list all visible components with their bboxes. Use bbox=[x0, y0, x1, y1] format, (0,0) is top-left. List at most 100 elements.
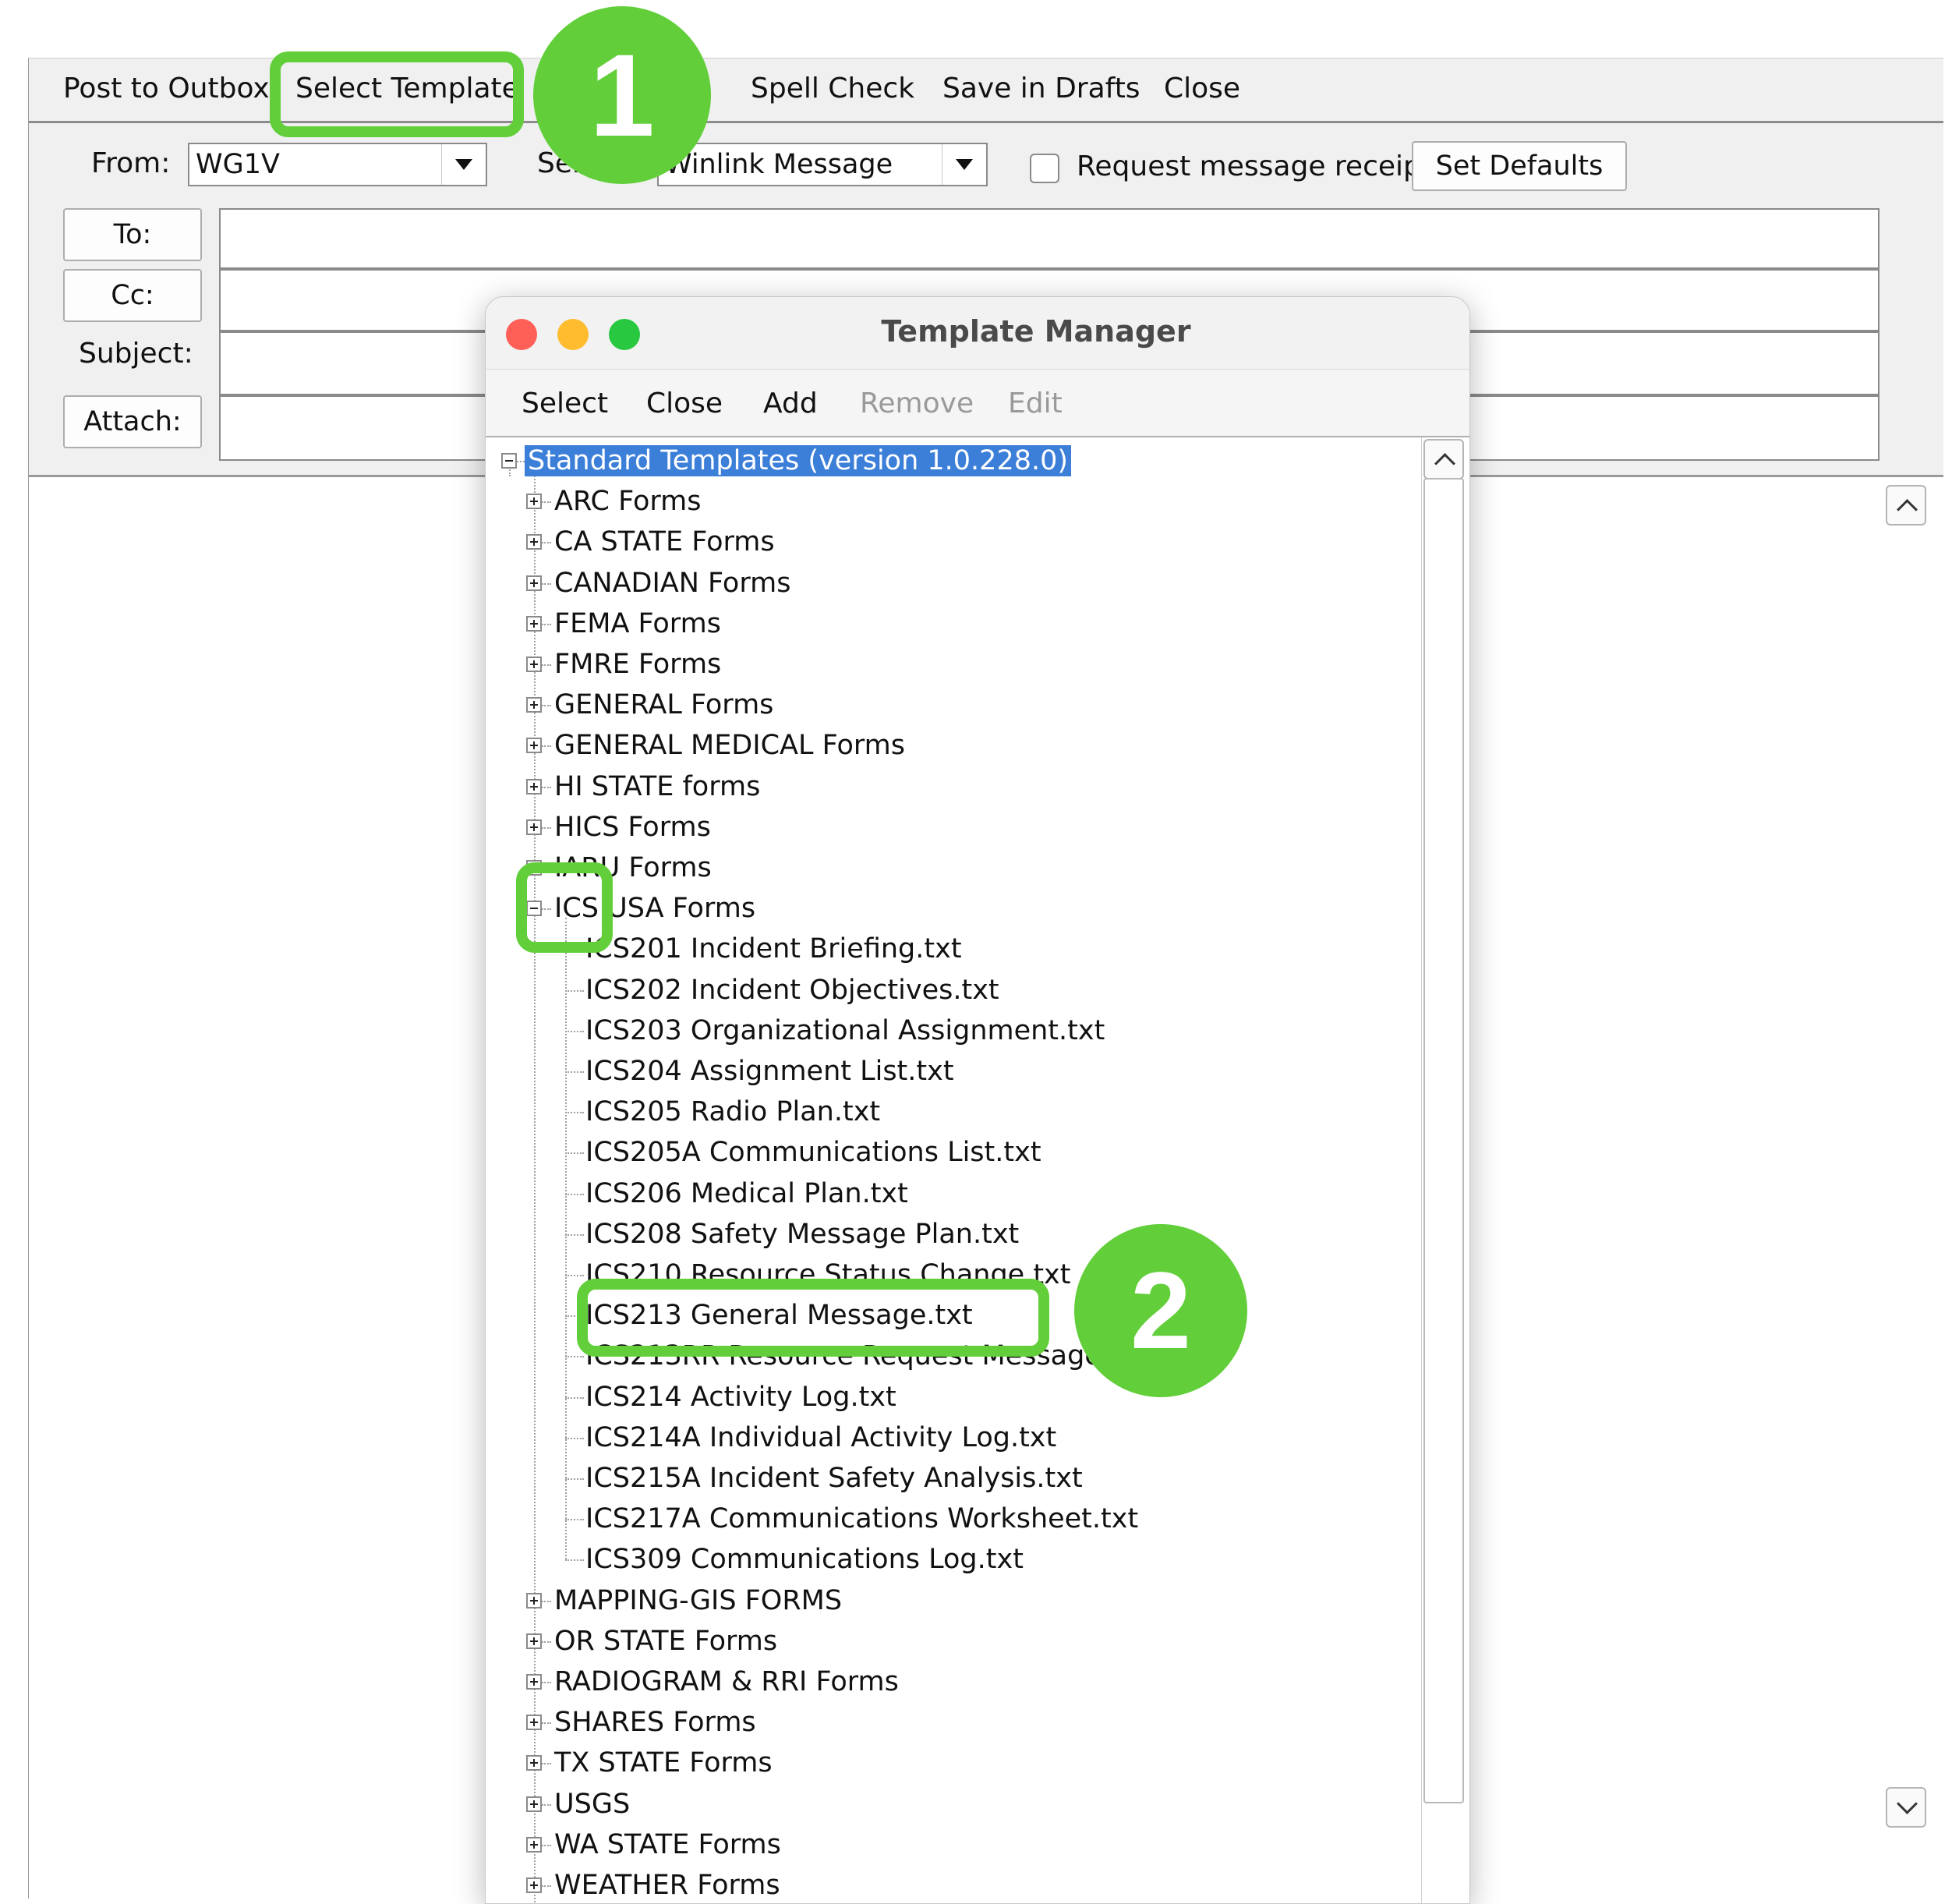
expand-icon[interactable] bbox=[526, 738, 542, 754]
tree-guide-line bbox=[542, 745, 551, 748]
attach-button[interactable]: Attach: bbox=[63, 395, 202, 448]
tree-template-item[interactable]: ICS217A Communications Worksheet.txt bbox=[585, 1502, 1138, 1536]
tree-category[interactable]: GENERAL Forms bbox=[554, 688, 773, 722]
tree-guide-line bbox=[565, 1112, 584, 1114]
expand-icon[interactable] bbox=[526, 1674, 542, 1690]
set-defaults-button[interactable]: Set Defaults bbox=[1412, 141, 1627, 191]
tree-guide-line bbox=[542, 826, 551, 829]
expand-icon[interactable] bbox=[526, 697, 542, 713]
tree-template-item[interactable]: ICS205 Radio Plan.txt bbox=[585, 1095, 880, 1129]
expand-icon[interactable] bbox=[526, 819, 542, 835]
tree-category[interactable]: FEMA Forms bbox=[554, 607, 721, 641]
scroll-up-button[interactable] bbox=[1886, 485, 1926, 526]
tree-guide-line bbox=[565, 989, 584, 992]
tree-guide-line bbox=[542, 1640, 551, 1643]
tree-template-item[interactable]: ICS215A Incident Safety Analysis.txt bbox=[585, 1461, 1083, 1495]
tree-category[interactable]: HICS Forms bbox=[554, 810, 711, 844]
template-tree[interactable]: Standard Templates (version 1.0.228.0) AR… bbox=[486, 436, 1469, 1903]
tree-guide-line bbox=[565, 918, 567, 1560]
tree-guide-line bbox=[565, 1519, 584, 1521]
expand-icon[interactable] bbox=[526, 494, 542, 510]
collapse-icon[interactable] bbox=[501, 453, 517, 469]
send-as-select[interactable]: Winlink Message bbox=[657, 143, 988, 186]
tree-template-item[interactable]: ICS208 Safety Message Plan.txt bbox=[585, 1217, 1019, 1251]
tree-category[interactable]: WEATHER Forms bbox=[554, 1868, 780, 1902]
expand-icon[interactable] bbox=[526, 1836, 542, 1853]
dialog-close-button[interactable]: Close bbox=[646, 384, 723, 423]
expand-icon[interactable] bbox=[526, 1715, 542, 1731]
dialog-add-button[interactable]: Add bbox=[763, 384, 818, 423]
template-manager-dialog: Template Manager Select Close Add Remove… bbox=[485, 296, 1470, 1904]
request-receipt-checkbox[interactable] bbox=[1030, 154, 1059, 183]
tree-template-item[interactable]: ICS203 Organizational Assignment.txt bbox=[585, 1014, 1105, 1048]
send-as-value: Winlink Message bbox=[665, 149, 893, 180]
tree-guide-line bbox=[542, 582, 551, 585]
tree-template-item[interactable]: ICS205A Communications List.txt bbox=[585, 1135, 1041, 1170]
expand-icon[interactable] bbox=[526, 1633, 542, 1649]
tree-scrollbar[interactable] bbox=[1421, 437, 1467, 1903]
expand-icon[interactable] bbox=[526, 656, 542, 672]
tree-root[interactable]: Standard Templates (version 1.0.228.0) bbox=[525, 444, 1072, 478]
tree-guide-line bbox=[542, 1722, 551, 1725]
spell-check-button[interactable]: Spell Check bbox=[751, 69, 914, 108]
expand-icon[interactable] bbox=[526, 534, 542, 550]
tree-template-item[interactable]: ICS201 Incident Briefing.txt bbox=[585, 932, 962, 966]
expand-icon[interactable] bbox=[526, 1796, 542, 1812]
expand-icon[interactable] bbox=[526, 778, 542, 795]
tree-template-item[interactable]: ICS204 Assignment List.txt bbox=[585, 1054, 954, 1088]
tree-scroll-up-button[interactable] bbox=[1423, 439, 1464, 480]
chevron-down-icon[interactable] bbox=[942, 144, 986, 185]
tree-template-item[interactable]: ICS202 Incident Objectives.txt bbox=[585, 973, 999, 1007]
save-in-drafts-button[interactable]: Save in Drafts bbox=[942, 69, 1140, 108]
tree-category[interactable]: OR STATE Forms bbox=[554, 1624, 777, 1658]
tree-category[interactable]: MAPPING-GIS FORMS bbox=[554, 1584, 842, 1618]
dialog-edit-button[interactable]: Edit bbox=[1008, 384, 1063, 423]
post-to-outbox-button[interactable]: Post to Outbox bbox=[63, 69, 270, 108]
tree-category[interactable]: SHARES Forms bbox=[554, 1705, 756, 1739]
tree-category[interactable]: FMRE Forms bbox=[554, 647, 721, 681]
tree-guide-line bbox=[517, 461, 525, 462]
tree-guide-line bbox=[542, 1600, 551, 1602]
tree-guide-line bbox=[565, 1030, 584, 1032]
expand-icon[interactable] bbox=[526, 615, 542, 632]
tree-guide-line bbox=[565, 1437, 584, 1439]
close-button[interactable]: Close bbox=[1164, 69, 1240, 108]
tree-guide-line bbox=[542, 664, 551, 666]
dialog-remove-button[interactable]: Remove bbox=[860, 384, 974, 423]
expand-icon[interactable] bbox=[526, 1877, 542, 1893]
tree-scroll-thumb[interactable] bbox=[1423, 478, 1464, 1803]
chevron-down-icon[interactable] bbox=[441, 144, 486, 185]
tree-guide-line bbox=[565, 1275, 584, 1276]
tree-category[interactable]: CANADIAN Forms bbox=[554, 566, 790, 600]
tree-category[interactable]: GENERAL MEDICAL Forms bbox=[554, 728, 905, 763]
expand-icon[interactable] bbox=[526, 1755, 542, 1771]
tree-category[interactable]: USGS bbox=[554, 1787, 630, 1821]
to-button[interactable]: To: bbox=[63, 208, 202, 261]
tree-category[interactable]: CA STATE Forms bbox=[554, 525, 775, 559]
dialog-title: Template Manager bbox=[881, 314, 1191, 349]
tree-category[interactable]: TX STATE Forms bbox=[554, 1746, 773, 1780]
to-field[interactable] bbox=[219, 208, 1880, 269]
tree-guide-line bbox=[542, 705, 551, 707]
tree-root-label[interactable]: Standard Templates (version 1.0.228.0) bbox=[525, 445, 1072, 476]
tree-category[interactable]: RADIOGRAM & RRI Forms bbox=[554, 1665, 899, 1699]
tree-template-item[interactable]: ICS206 Medical Plan.txt bbox=[585, 1177, 908, 1211]
from-select[interactable]: WG1V bbox=[188, 143, 487, 186]
highlight-ics213 bbox=[577, 1279, 1049, 1357]
dialog-select-button[interactable]: Select bbox=[522, 384, 608, 423]
tree-guide-line bbox=[565, 1478, 584, 1480]
tree-category[interactable]: WA STATE Forms bbox=[554, 1828, 781, 1862]
tree-template-item[interactable]: ICS214A Individual Activity Log.txt bbox=[585, 1421, 1056, 1455]
tree-category[interactable]: HI STATE forms bbox=[554, 770, 760, 804]
tree-template-item[interactable]: ICS309 Communications Log.txt bbox=[585, 1542, 1024, 1577]
cc-button[interactable]: Cc: bbox=[63, 269, 202, 322]
tree-template-item[interactable]: ICS214 Activity Log.txt bbox=[585, 1380, 896, 1414]
tree-category[interactable]: ARC Forms bbox=[554, 484, 701, 518]
tree-guide-line bbox=[542, 1885, 551, 1887]
scroll-down-button[interactable] bbox=[1886, 1787, 1926, 1828]
tree-guide-line bbox=[565, 1233, 584, 1236]
chevron-up-icon bbox=[1897, 499, 1918, 520]
expand-icon[interactable] bbox=[526, 1592, 542, 1608]
tree-guide-line bbox=[542, 1844, 551, 1846]
expand-icon[interactable] bbox=[526, 575, 542, 591]
